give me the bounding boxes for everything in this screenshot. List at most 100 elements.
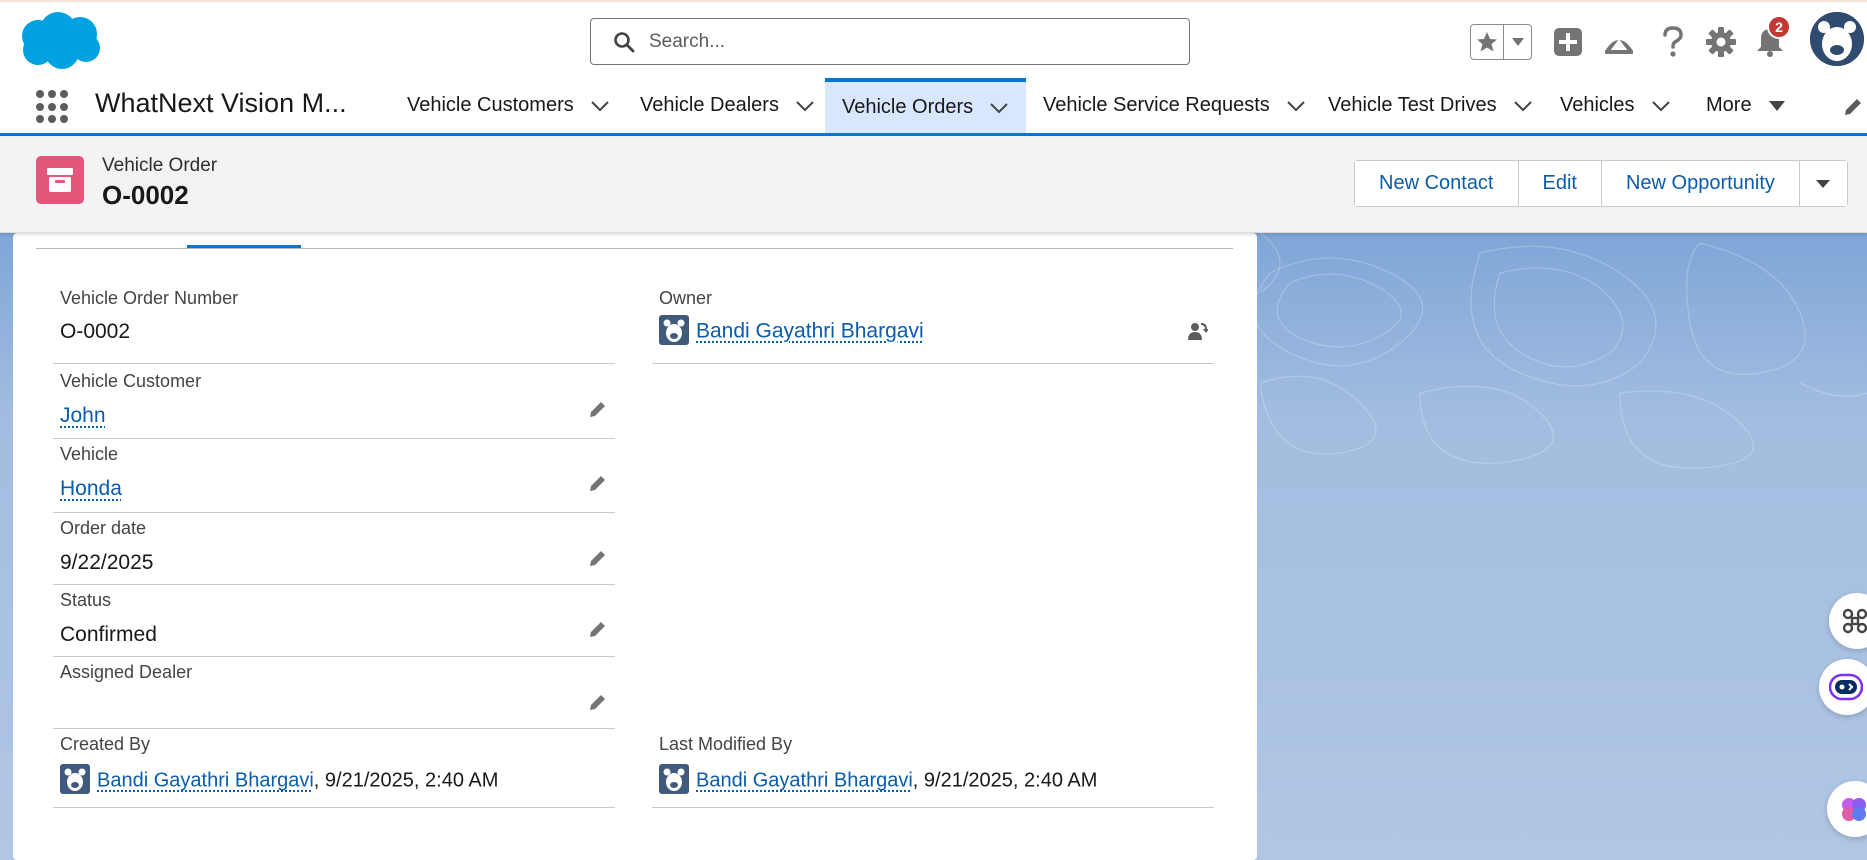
detail-tabs-divider: [36, 248, 1233, 249]
chevron-down-icon[interactable]: [1286, 100, 1306, 112]
field-value: Bandi Gayathri Bhargavi: [659, 315, 924, 347]
chevron-down-icon[interactable]: [590, 100, 610, 112]
favorites-menu-button[interactable]: [1504, 25, 1531, 59]
help-button[interactable]: [1653, 22, 1693, 62]
edit-status-button[interactable]: [586, 617, 610, 641]
tab-vehicle-test-drives[interactable]: Vehicle Test Drives: [1311, 78, 1533, 133]
favorites-group: [1470, 24, 1532, 60]
star-icon: [1477, 32, 1498, 52]
global-actions-button[interactable]: [1548, 22, 1588, 62]
record-actions: New Contact Edit New Opportunity: [1354, 160, 1848, 207]
setup-button[interactable]: [1701, 22, 1741, 62]
field-order-date: Order date 9/22/2025: [53, 513, 615, 585]
field-value: Confirmed: [60, 623, 157, 646]
notification-count-badge: 2: [1767, 15, 1791, 39]
new-contact-button[interactable]: New Contact: [1355, 161, 1519, 206]
edit-vehicle-customer-button[interactable]: [586, 397, 610, 421]
new-opportunity-button[interactable]: New Opportunity: [1601, 161, 1800, 206]
vehicle-link[interactable]: Honda: [60, 477, 122, 500]
waffle-dot-icon: [36, 102, 44, 111]
search-input[interactable]: [649, 30, 1149, 53]
global-header: 2: [0, 0, 1867, 78]
field-vehicle: Vehicle Honda: [53, 439, 615, 513]
field-value: 9/22/2025: [60, 551, 154, 574]
help-icon: [1663, 26, 1683, 57]
created-by-user-link[interactable]: Bandi Gayathri Bhargavi: [97, 769, 314, 791]
edit-order-date-button[interactable]: [586, 546, 610, 570]
caret-down-icon[interactable]: [1768, 100, 1786, 112]
waffle-dot-icon: [36, 115, 44, 124]
user-avatar-icon: [1810, 12, 1864, 66]
app-launcher-button[interactable]: [36, 90, 70, 124]
trailhead-icon: [1605, 39, 1633, 54]
tab-vehicle-customers[interactable]: Vehicle Customers: [390, 78, 610, 133]
field-label: Created By: [60, 734, 151, 754]
user-profile-avatar[interactable]: [1810, 12, 1864, 66]
edit-assigned-dealer-button[interactable]: [586, 690, 610, 714]
waffle-dot-icon: [48, 102, 56, 111]
edit-button[interactable]: Edit: [1518, 161, 1602, 206]
field-value: O-0002: [60, 320, 131, 343]
record-header: Vehicle Order O-0002 New Contact Edit Ne…: [0, 136, 1867, 233]
change-owner-button[interactable]: [1185, 319, 1209, 343]
field-value: Honda: [60, 477, 122, 501]
tab-vehicles[interactable]: Vehicles: [1543, 78, 1671, 133]
separator: ,: [912, 769, 924, 792]
last-modified-date: 9/21/2025, 2:40 AM: [923, 769, 1098, 792]
created-date: 9/21/2025, 2:40 AM: [324, 769, 499, 792]
user-avatar-icon: [659, 764, 689, 794]
tab-label: Vehicle Service Requests: [1043, 94, 1270, 116]
waffle-dot-icon: [60, 102, 68, 111]
owner-link[interactable]: Bandi Gayathri Bhargavi: [696, 320, 924, 343]
field-vehicle-customer: Vehicle Customer John: [53, 364, 615, 439]
caret-down-icon: [1511, 38, 1524, 46]
field-label: Order date: [60, 518, 147, 538]
pencil-icon: [590, 695, 605, 710]
field-last-modified-by: Last Modified By Bandi Gayathri Bhargavi…: [652, 729, 1214, 808]
global-search[interactable]: [590, 18, 1190, 65]
favorite-star-button[interactable]: [1471, 25, 1505, 59]
einstein-assistant-button[interactable]: [1819, 659, 1867, 715]
tab-more[interactable]: More: [1689, 78, 1786, 133]
edit-nav-button[interactable]: [1842, 96, 1864, 123]
tab-vehicle-service-requests[interactable]: Vehicle Service Requests: [1026, 78, 1306, 133]
add-icon: [1554, 28, 1582, 56]
pencil-icon: [590, 476, 605, 491]
chevron-down-icon[interactable]: [989, 102, 1009, 114]
field-value: Bandi Gayathri Bhargavi, 9/21/2025, 2:40…: [659, 764, 1098, 796]
field-label: Vehicle: [60, 444, 119, 464]
more-actions-button[interactable]: [1799, 161, 1847, 206]
tab-label: Vehicles: [1560, 94, 1635, 116]
field-assigned-dealer: Assigned Dealer: [53, 657, 615, 729]
search-icon: [614, 31, 635, 52]
waffle-dot-icon: [48, 90, 56, 98]
chevron-down-icon[interactable]: [1651, 100, 1671, 112]
chevron-down-icon[interactable]: [795, 100, 815, 112]
edit-vehicle-button[interactable]: [586, 471, 610, 495]
field-label: Status: [60, 590, 112, 610]
field-created-by: Created By Bandi Gayathri Bhargavi, 9/21…: [53, 729, 615, 808]
app-navigation-bar: WhatNext Vision M... Vehicle Customers V…: [0, 78, 1867, 136]
tab-vehicle-dealers[interactable]: Vehicle Dealers: [623, 78, 815, 133]
waffle-dot-icon: [60, 90, 68, 98]
field-status: Status Confirmed: [53, 585, 615, 657]
tab-label: Vehicle Test Drives: [1328, 94, 1497, 116]
salesforce-logo[interactable]: [16, 10, 104, 72]
tab-label: Vehicle Orders: [842, 96, 974, 118]
waffle-dot-icon: [60, 115, 68, 124]
change-owner-icon: [1188, 323, 1208, 340]
trailhead-guidance-button[interactable]: [1599, 22, 1639, 62]
last-modified-by-user-link[interactable]: Bandi Gayathri Bhargavi: [696, 769, 913, 791]
waffle-dot-icon: [36, 90, 44, 98]
field-value: Bandi Gayathri Bhargavi, 9/21/2025, 2:40…: [60, 764, 499, 796]
pencil-icon: [590, 402, 605, 417]
tab-label: Vehicle Dealers: [640, 94, 779, 116]
bot-icon: [1829, 673, 1863, 701]
app-name: WhatNext Vision M...: [95, 88, 347, 118]
record-type-icon: [36, 156, 84, 204]
tab-label: More: [1706, 94, 1752, 116]
chevron-down-icon[interactable]: [1513, 100, 1533, 112]
caret-down-icon: [1816, 179, 1831, 188]
tab-vehicle-orders[interactable]: Vehicle Orders: [825, 78, 1026, 133]
vehicle-customer-link[interactable]: John: [60, 404, 106, 427]
